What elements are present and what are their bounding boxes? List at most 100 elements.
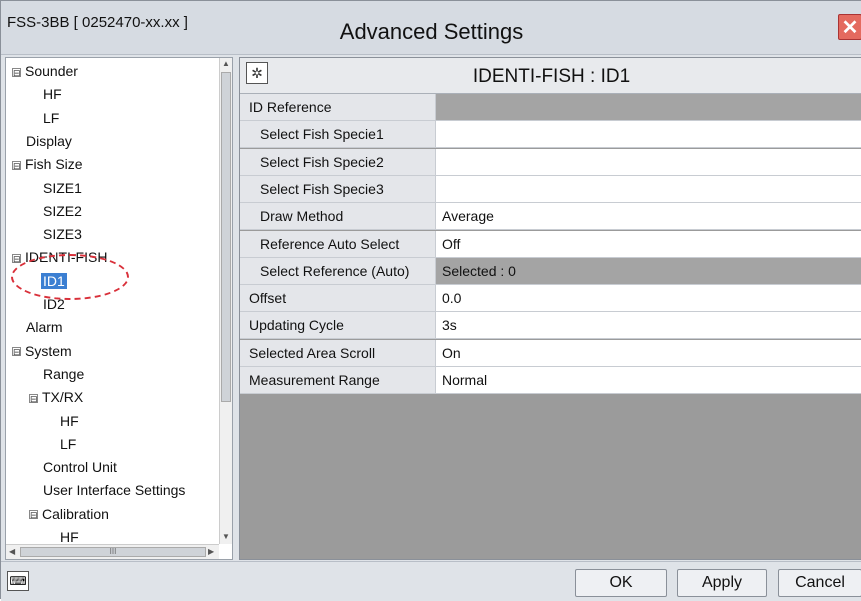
tree-item-hf[interactable]: HF bbox=[58, 410, 81, 432]
setting-value[interactable] bbox=[436, 175, 861, 202]
title-bar: FSS-3BB [ 0252470-xx.xx ] Advanced Setti… bbox=[1, 1, 861, 55]
setting-value[interactable]: Selected : 0 bbox=[436, 257, 861, 284]
setting-label: Reference Auto Select bbox=[240, 230, 436, 257]
tree-item-label: Control Unit bbox=[43, 459, 117, 476]
tree-item-id1[interactable]: ID1 bbox=[41, 270, 67, 292]
tree-item-size3[interactable]: SIZE3 bbox=[41, 223, 84, 245]
tree-item-lf[interactable]: LF bbox=[58, 433, 78, 455]
setting-value[interactable]: On bbox=[436, 339, 861, 366]
tree-item-tx-rx[interactable]: ⊟ TX/RX bbox=[29, 386, 85, 408]
tree-item-identi-fish[interactable]: ⊟ IDENTI-FISH bbox=[12, 246, 109, 268]
settings-tree: ⊟ Sounder HF LF Display ⊟ Fish Size SIZE1 SIZE2 S… bbox=[5, 57, 233, 560]
tree-item-label: LF bbox=[43, 109, 60, 126]
setting-label: Select Fish Specie2 bbox=[240, 148, 436, 175]
tree-item-label: ID1 bbox=[41, 272, 67, 289]
window-title: Advanced Settings bbox=[339, 19, 524, 44]
tree-item-hf[interactable]: HF bbox=[41, 83, 64, 105]
setting-value[interactable]: 0.0 bbox=[436, 285, 861, 312]
settings-row[interactable]: Select Reference (Auto) Selected : 0 bbox=[240, 257, 861, 285]
tree-item-label: ID2 bbox=[43, 296, 65, 312]
panel-title: IDENTI-FISH : ID1 bbox=[472, 66, 631, 87]
button-bar: ⌨ OK Apply Cancel bbox=[1, 561, 861, 601]
setting-label: Select Fish Specie1 bbox=[240, 121, 436, 148]
collapse-icon[interactable]: ⊟ bbox=[12, 67, 21, 77]
advanced-settings-window: FSS-3BB [ 0252470-xx.xx ] Advanced Setti… bbox=[0, 0, 861, 601]
settings-row[interactable]: Offset 0.0 bbox=[240, 285, 861, 313]
tree-item-lf[interactable]: LF bbox=[41, 107, 61, 129]
setting-label: ID Reference bbox=[240, 94, 436, 120]
tree-item-label: HF bbox=[60, 412, 79, 429]
settings-row[interactable]: Draw Method Average bbox=[240, 203, 861, 231]
tree-item-control-unit[interactable]: Control Unit bbox=[41, 456, 119, 478]
tree-item-label: SIZE1 bbox=[43, 179, 82, 196]
collapse-icon[interactable]: ⊟ bbox=[12, 160, 21, 170]
setting-value[interactable]: Average bbox=[436, 203, 861, 230]
tree-item-id2[interactable]: ID2 bbox=[41, 293, 67, 315]
setting-value[interactable]: Normal bbox=[436, 367, 861, 393]
tree-vertical-scroll-thumb[interactable] bbox=[221, 72, 231, 402]
settings-row[interactable]: Updating Cycle 3s bbox=[240, 312, 861, 340]
settings-row[interactable]: Selected Area Scroll On bbox=[240, 339, 861, 367]
tree-item-calibration[interactable]: ⊟ Calibration bbox=[29, 503, 111, 525]
scroll-left-icon[interactable]: ◀ bbox=[9, 547, 15, 556]
tree-item-label: IDENTI-FISH bbox=[25, 249, 108, 266]
tree-item-size2[interactable]: SIZE2 bbox=[41, 200, 84, 222]
settings-row[interactable]: Select Fish Specie1 bbox=[240, 121, 861, 149]
tree-item-label: Calibration bbox=[42, 505, 109, 522]
close-icon: ✕ bbox=[841, 17, 859, 39]
tree-item-sounder[interactable]: ⊟ Sounder bbox=[12, 60, 80, 82]
apply-button[interactable]: Apply bbox=[677, 569, 767, 597]
tree-item-label: HF bbox=[60, 529, 79, 545]
setting-value[interactable] bbox=[436, 94, 861, 120]
tree-item-label: Sounder bbox=[25, 63, 78, 79]
collapse-icon[interactable]: ⊟ bbox=[29, 393, 38, 403]
collapse-icon[interactable]: ⊟ bbox=[12, 347, 21, 357]
settings-row[interactable]: Select Fish Specie3 bbox=[240, 175, 861, 203]
ok-button[interactable]: OK bbox=[575, 569, 667, 597]
scroll-down-icon[interactable]: ▼ bbox=[222, 532, 230, 541]
collapse-icon[interactable]: ⊟ bbox=[29, 510, 38, 520]
tree-item-display[interactable]: Display bbox=[24, 130, 74, 152]
tree-list: ⊟ Sounder HF LF Display ⊟ Fish Size SIZE1 SIZE2 S… bbox=[6, 58, 219, 545]
tree-item-label: System bbox=[25, 342, 72, 359]
collapse-icon[interactable]: ⊟ bbox=[12, 254, 21, 264]
tree-item-label: Fish Size bbox=[25, 156, 83, 173]
tree-item-size1[interactable]: SIZE1 bbox=[41, 177, 84, 199]
settings-row[interactable]: Reference Auto Select Off bbox=[240, 230, 861, 258]
scroll-right-icon[interactable]: ▶ bbox=[208, 547, 214, 556]
setting-value[interactable]: Off bbox=[436, 230, 861, 257]
tree-item-label: TX/RX bbox=[42, 389, 84, 406]
settings-row[interactable]: Measurement Range Normal bbox=[240, 367, 861, 394]
close-button[interactable]: ✕ bbox=[838, 14, 861, 40]
setting-label: Draw Method bbox=[240, 203, 436, 230]
tree-vertical-scrollbar[interactable]: ▲ ▼ bbox=[219, 58, 232, 544]
setting-value[interactable] bbox=[436, 148, 861, 175]
tree-item-label: SIZE2 bbox=[43, 202, 82, 219]
scroll-grip: III bbox=[109, 547, 117, 556]
tree-item-system[interactable]: ⊟ System bbox=[12, 340, 74, 362]
setting-label: Selected Area Scroll bbox=[240, 339, 436, 366]
tree-item-alarm[interactable]: Alarm bbox=[24, 316, 65, 338]
tree-horizontal-scroll-thumb[interactable]: III bbox=[20, 547, 206, 557]
keyboard-icon[interactable]: ⌨ bbox=[7, 571, 29, 591]
tree-item-fish-size[interactable]: ⊟ Fish Size bbox=[12, 153, 85, 175]
tree-item-label: Range bbox=[43, 365, 85, 382]
setting-value[interactable] bbox=[436, 121, 861, 148]
scroll-up-icon[interactable]: ▲ bbox=[222, 59, 230, 68]
tree-item-label: User Interface Settings bbox=[43, 482, 186, 499]
cancel-button[interactable]: Cancel bbox=[778, 569, 861, 597]
setting-label: Offset bbox=[240, 285, 436, 312]
setting-label: Select Fish Specie3 bbox=[240, 175, 436, 202]
panel-header: ✲ IDENTI-FISH : ID1 bbox=[240, 58, 861, 94]
tree-horizontal-scrollbar[interactable]: ◀ III ▶ bbox=[6, 544, 219, 559]
settings-row[interactable]: ID Reference bbox=[240, 94, 861, 121]
tree-item-label: Alarm bbox=[26, 319, 63, 336]
settings-row[interactable]: Select Fish Specie2 bbox=[240, 148, 861, 176]
tree-item-user-interface-settings[interactable]: User Interface Settings bbox=[41, 479, 187, 501]
setting-value[interactable]: 3s bbox=[436, 312, 861, 339]
setting-label: Measurement Range bbox=[240, 367, 436, 393]
tree-item-label: SIZE3 bbox=[43, 226, 82, 243]
tree-item-range[interactable]: Range bbox=[41, 363, 86, 385]
tree-item-label: LF bbox=[60, 435, 77, 452]
setting-label: Updating Cycle bbox=[240, 312, 436, 339]
